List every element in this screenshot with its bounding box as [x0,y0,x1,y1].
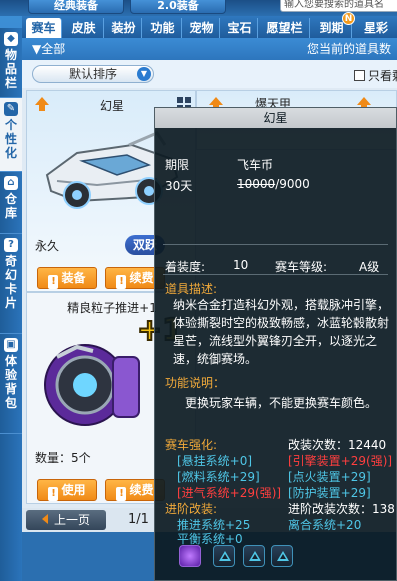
enhance-title: 赛车强化: [165,438,218,452]
func-text: 更换玩家车辆，不能更换赛车颜色。 [185,396,378,410]
exclamation-icon: ! [116,275,127,289]
page-indicator: 1/1 [128,512,149,527]
renew-button-label: 续费 [129,483,154,497]
enhance-right-1: [点火装置+29] [288,470,371,484]
tab-star[interactable]: 星彩 [356,18,396,38]
tab-expiring[interactable]: 到期 N [312,12,355,38]
filter-all-label: 全部 [41,42,66,56]
category-tabs: 赛车 皮肤 装扮 功能 宠物 宝石 愿望栏 到期 N 星彩 [22,12,397,38]
exclamation-icon: ! [116,487,127,501]
prev-page-button[interactable]: 上一页 [26,510,106,530]
enhance-right-2: [防护装置+29] [288,486,371,500]
equip-degree-label: 着装度: [165,260,206,274]
period-label: 期限 [165,158,190,172]
nav-item-warehouse[interactable]: ⌂ 仓库 [0,172,22,234]
brush-icon: ✎ [4,102,18,116]
nav-item-personalize[interactable]: ✎ 个性化 [0,98,22,172]
divider [163,244,388,245]
advanced-right-0: 离合系统+20 [288,518,362,532]
booster-part-image [44,344,140,426]
search-input[interactable]: 输入您要搜索的道具名 [280,0,397,12]
tab-wishlist[interactable]: 愿望栏 [260,18,310,38]
desc-text: 纳米合金打造科幻外观，搭载脉冲引擎，体验撕裂时空的极致畅感，冰蓝轮毂散射星芒，流… [173,298,390,366]
nav-item-inventory[interactable]: ◆ 物品栏 [0,28,22,98]
tab-skin[interactable]: 皮肤 [64,18,104,38]
item-duration: 永久 [35,239,60,253]
tab-equipment-2[interactable]: 2.0装备 [130,0,226,14]
modify-count: 改装次数：12440 [288,438,387,452]
nav-item-label: 个性化 [4,118,17,160]
enhance-right-0: [引擎装置+29(强)] [288,454,393,468]
tab-expiring-label: 到期 [319,21,344,35]
tab-gem[interactable]: 宝石 [222,18,258,38]
tab-pet[interactable]: 宠物 [184,18,220,38]
car-level-label: 赛车等级: [275,260,328,274]
equip-degree-value: 10 [233,258,249,272]
equip-button-label: 装备 [61,271,86,285]
only-show-label: 只看剩 [368,69,397,83]
left-nav: ◆ 物品栏 ✎ 个性化 ⌂ 仓库 ? 奇幻卡片 ▣ 体验背包 [0,28,22,581]
bag-icon: ◆ [4,32,18,46]
divider [163,274,388,275]
tab-classic-equipment[interactable]: 经典装备 [28,0,124,14]
top-strip: 经典装备 2.0装备 输入您要搜索的道具名 [0,0,397,16]
cyan-triangle-icon[interactable] [271,545,293,567]
renew-button-label: 续费 [129,271,154,285]
tab-function[interactable]: 功能 [144,18,182,38]
checkbox-box[interactable] [354,70,365,81]
tab-car[interactable]: 赛车 [26,18,62,38]
house-icon: ⌂ [4,176,18,190]
car-level-value: A级 [359,260,380,274]
old-price: 10000 [237,177,276,191]
period-value: 30天 [165,179,193,193]
currency-label: 飞车币 [237,158,274,172]
caret-icon: ▼ [32,42,42,56]
nav-item-label: 奇幻卡片 [4,254,17,310]
garage-window: 经典装备 2.0装备 输入您要搜索的道具名 ◆ 物品栏 ✎ 个性化 ⌂ 仓库 ?… [0,0,397,581]
advanced-title: 进阶改装: [165,502,218,516]
use-button-label: 使用 [61,483,86,497]
upgrade-arrow-icon [209,97,223,111]
nav-item-label: 仓库 [4,192,17,220]
cyan-triangle-icon[interactable] [213,545,235,567]
use-button[interactable]: ! 使用 [37,479,97,501]
func-title: 功能说明： [165,376,226,390]
exclamation-icon: ! [48,487,59,501]
new-badge: N [342,12,355,25]
item-count: 数量：5个 [35,451,91,465]
purple-skill-icon[interactable] [179,545,201,567]
subheader: ▼全部 您当前的道具数 [22,38,397,60]
tab-outfit[interactable]: 装扮 [106,18,142,38]
sort-select[interactable]: 默认排序 ▼ [32,65,154,83]
only-show-checkbox[interactable]: 只看剩 [354,67,397,84]
price: 10000/9000 [237,177,310,191]
cyan-triangle-icon[interactable] [243,545,265,567]
nav-item-label: 物品栏 [4,48,17,90]
chevron-left-icon [41,514,48,524]
sort-bar: 默认排序 ▼ 只看剩 [22,60,397,88]
enhance-left-0: [悬挂系统+0] [177,454,253,468]
gift-icon: ▣ [4,338,18,352]
card-icon: ? [4,238,18,252]
equip-button[interactable]: ! 装备 [37,267,97,289]
upgrade-arrow-icon [357,97,371,111]
desc-title: 道具描述: [165,282,218,296]
new-price: /9000 [275,177,310,191]
item-count-notice: 您当前的道具数 [306,42,391,56]
prev-page-label: 上一页 [53,513,90,527]
nav-item-trial-bag[interactable]: ▣ 体验背包 [0,334,22,434]
tooltip-title: 幻星 [155,108,396,128]
advanced-count: 进阶改装次数：138 [288,502,395,516]
item-tooltip: 幻星 期限 飞车币 30天 10000/9000 着装度: 10 赛车等级: A… [154,107,397,581]
nav-item-cards[interactable]: ? 奇幻卡片 [0,234,22,334]
enhance-left-2: [进气系统+29(强)] [177,486,282,500]
enhance-left-1: [燃料系统+29] [177,470,260,484]
sort-select-label: 默认排序 [68,67,117,81]
exclamation-icon: ! [48,275,59,289]
filter-all[interactable]: ▼全部 [32,41,65,57]
nav-item-label: 体验背包 [4,354,17,410]
chevron-down-icon: ▼ [137,67,151,81]
